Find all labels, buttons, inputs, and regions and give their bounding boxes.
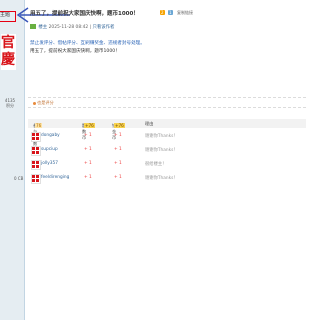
rater-points: + 1 [84, 133, 92, 138]
rater-reason: 谢谢你Thanks！ [145, 134, 178, 139]
rater-points: + 1 [84, 175, 92, 180]
rater-coins: + 1 [114, 133, 122, 138]
rater-reason: 谢谢你Thanks！ [145, 176, 178, 181]
user-stats: 4135 积分 [4, 98, 16, 108]
rating-header: 也是评分 [28, 97, 306, 108]
rater-reason: 很给楼主！ [145, 162, 167, 167]
rating-row: dongaby + 1 + 1 谢谢你Thanks！ [28, 131, 306, 143]
rater-name[interactable]: dongaby [41, 133, 60, 138]
rater-points: + 1 [84, 161, 92, 166]
rater-coins: + 1 [114, 175, 122, 180]
post-title: 用五了，提前祝大家国庆快啊，题币1000！ [30, 11, 139, 17]
rater-name[interactable]: jolly357 [41, 161, 58, 166]
copy-link-button[interactable]: 复制链接 [177, 10, 193, 16]
rater-name[interactable]: feeldirenging [41, 175, 69, 180]
rating-columns: 参与人数76 题数币+76 钱金币+76 理由 [28, 119, 306, 146]
rater-coins: + 1 [114, 161, 122, 166]
user-sidebar: 主题 官 慶 4135 积分 0 CB [0, 0, 25, 320]
rater-avatar[interactable] [31, 160, 41, 170]
rater-reason: 谢谢你Thanks！ [145, 148, 178, 153]
rating-row: jolly357 + 1 + 1 很给楼主！ [28, 159, 306, 171]
user-stat-label: 积分 [6, 103, 14, 108]
sidebar-bottom-text: 0 CB [14, 176, 24, 181]
only-author-link[interactable]: 只看该作者 [92, 25, 114, 30]
rater-name[interactable]: supciup [41, 147, 58, 152]
rating-row: supciup + 1 + 1 谢谢你Thanks！ [28, 145, 306, 157]
info-tag: 1 [168, 10, 173, 15]
annotation-arrow-icon [16, 7, 70, 23]
rating-row: feeldirenging + 1 + 1 谢谢你Thanks！ [28, 173, 306, 185]
rater-avatar[interactable] [31, 174, 41, 184]
post-date: 2025-11-28 08:42 [48, 25, 89, 30]
post-body-text: 用五了，提前祝大家国庆快啊，题币1000！ [30, 49, 120, 54]
rater-avatar[interactable] [31, 132, 41, 142]
avatar-char-2: 慶 [1, 52, 15, 68]
rating-header-label: 也是评分 [33, 100, 54, 106]
reward-tag: 2 [160, 10, 165, 15]
rating-dot-icon [33, 101, 36, 105]
online-icon [30, 24, 36, 29]
post-meta: 楼主 2025-11-28 08:42 | 只看该作者 [30, 24, 114, 30]
col-reason: 理由 [145, 121, 154, 126]
author-link[interactable]: 楼主 [38, 25, 47, 30]
rater-coins: + 1 [114, 147, 122, 152]
post-rule-text: 禁止发评分、借帖评分、互刷赚奖金、违规者封号处理。 [30, 41, 145, 46]
rater-avatar[interactable] [31, 146, 41, 156]
rater-points: + 1 [84, 147, 92, 152]
